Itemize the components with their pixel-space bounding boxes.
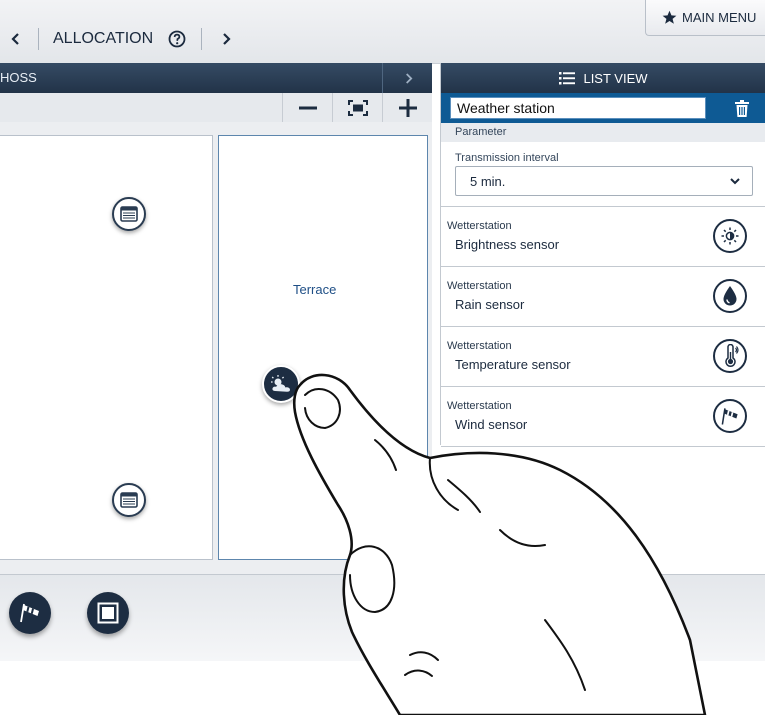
transmission-interval-select[interactable]: 5 min. (455, 166, 753, 196)
room-area[interactable] (0, 135, 213, 560)
sun-icon (713, 219, 747, 253)
wind-sensor-tray-item[interactable] (9, 592, 51, 634)
sensor-row-temperature[interactable]: Wetterstation Temperature sensor (441, 326, 765, 386)
weather-station-icon (271, 375, 290, 392)
top-bar: ALLOCATION MAIN MENU (0, 0, 765, 64)
window-tray-item[interactable] (87, 592, 129, 634)
list-view-panel: LIST VIEW Parameter Transmission interva… (440, 63, 765, 447)
window-icon (97, 602, 119, 624)
star-icon (662, 10, 677, 24)
zoom-out-button[interactable] (282, 93, 333, 122)
list-view-label: LIST VIEW (583, 70, 648, 86)
sensor-row-rain[interactable]: Wetterstation Rain sensor (441, 266, 765, 326)
device-name-row (441, 93, 765, 123)
plus-icon (399, 98, 417, 117)
transmission-interval-label: Transmission interval (455, 152, 559, 164)
floor-name: HOSS (0, 70, 37, 85)
device-tray (0, 574, 765, 661)
sensor-name: Rain sensor (455, 297, 525, 312)
transmission-interval-value: 5 min. (470, 173, 506, 189)
sensor-group-label: Wetterstation (447, 400, 512, 412)
divider (201, 28, 202, 50)
sensor-group-label: Wetterstation (447, 220, 512, 232)
chevron-right-icon (405, 72, 412, 84)
fit-to-screen-button[interactable] (332, 93, 383, 122)
sensor-name: Temperature sensor (455, 357, 571, 372)
fit-screen-icon (348, 99, 368, 116)
windsock-icon (713, 399, 747, 433)
sensor-group-label: Wetterstation (447, 340, 512, 352)
wind-sensor-icon (20, 603, 39, 623)
blind-icon (120, 492, 138, 508)
help-button[interactable] (167, 29, 187, 49)
room-terrace[interactable]: Terrace (218, 135, 428, 560)
main-menu-label: MAIN MENU (682, 10, 757, 25)
question-circle-icon (168, 30, 186, 48)
page-title: ALLOCATION (53, 30, 154, 47)
back-button[interactable] (6, 28, 26, 50)
list-view-header[interactable]: LIST VIEW (441, 63, 765, 93)
chevron-right-icon (223, 33, 231, 45)
parameter-heading: Parameter (441, 123, 765, 142)
delete-button[interactable] (718, 93, 765, 123)
weather-station-device-icon[interactable] (262, 365, 300, 403)
thermometer-icon (713, 339, 747, 373)
trash-icon (735, 99, 749, 117)
sensor-row-wind[interactable]: Wetterstation Wind sensor (441, 386, 765, 447)
raindrop-icon (713, 279, 747, 313)
sensor-name: Brightness sensor (455, 237, 560, 252)
blind-icon (120, 206, 138, 222)
list-icon (559, 71, 576, 84)
sensor-group-label: Wetterstation (447, 280, 512, 292)
divider (38, 28, 39, 50)
zoom-toolbar (0, 93, 432, 123)
next-floor-button[interactable] (382, 63, 433, 93)
sensor-row-brightness[interactable]: Wetterstation Brightness sensor (441, 206, 765, 266)
main-menu-button[interactable]: MAIN MENU (645, 0, 765, 36)
zoom-in-button[interactable] (382, 93, 433, 122)
minus-icon (299, 106, 317, 109)
floor-bar: HOSS (0, 63, 432, 93)
sensor-name: Wind sensor (455, 417, 528, 432)
device-name-input[interactable] (450, 97, 706, 119)
floor-plan-canvas[interactable]: Terrace (0, 122, 432, 574)
blind-device-icon[interactable] (112, 483, 146, 517)
forward-button[interactable] (216, 28, 236, 50)
blind-device-icon[interactable] (112, 197, 146, 231)
chevron-left-icon (11, 33, 19, 45)
room-label: Terrace (293, 282, 337, 297)
chevron-down-icon (730, 178, 740, 185)
